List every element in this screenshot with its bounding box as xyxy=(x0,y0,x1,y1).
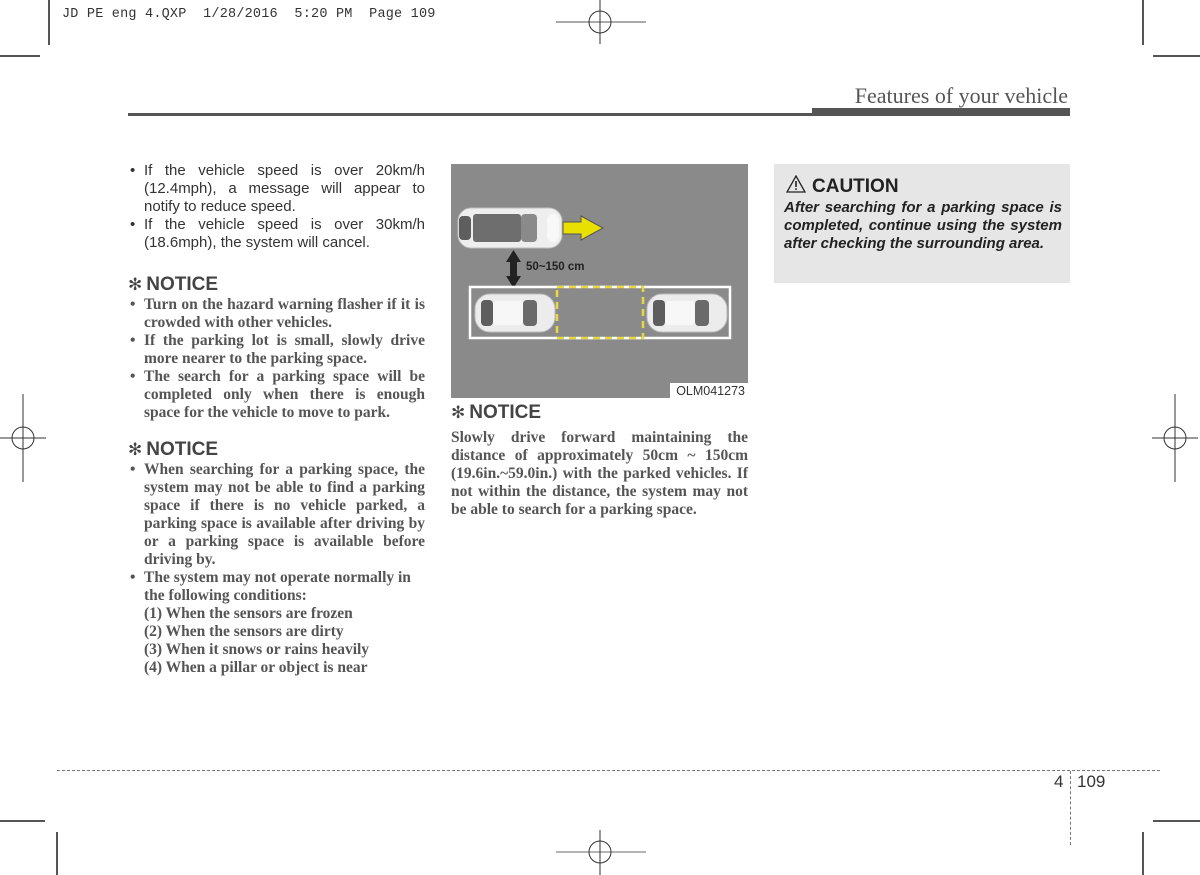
parking-diagram: 50~150 cm xyxy=(457,207,732,340)
notice-star-icon: ✻ xyxy=(128,440,143,459)
caution-title: CAUTION xyxy=(812,176,899,197)
footer-dashed-divider xyxy=(1070,771,1071,845)
speed-bullet: If the vehicle speed is over 30km/h (18.… xyxy=(128,216,425,252)
crop-mark xyxy=(56,832,58,875)
section-header-title: Features of your vehicle xyxy=(854,83,1068,108)
notice-item: When searching for a parking space, the … xyxy=(128,461,425,569)
notice-heading: ✻ NOTICE xyxy=(128,439,425,461)
crop-mark xyxy=(1153,55,1200,57)
moving-car-icon xyxy=(457,207,563,249)
parked-car-icon xyxy=(646,293,728,333)
direction-arrow-icon xyxy=(562,215,605,241)
notice-item: Turn on the hazard warning flasher if it… xyxy=(128,296,425,332)
header-rule xyxy=(128,113,812,116)
page-number: 109 xyxy=(1077,772,1106,791)
notice-star-icon: ✻ xyxy=(128,275,143,294)
notice-list: When searching for a parking space, the … xyxy=(128,461,425,677)
middle-notice: ✻ NOTICE Slowly drive forward maintaining… xyxy=(451,402,748,519)
figure-code: OLM041273 xyxy=(670,383,748,398)
notice-item: The search for a parking space will be c… xyxy=(128,368,425,422)
caution-heading: CAUTION xyxy=(785,174,899,198)
distance-arrow-icon xyxy=(506,250,521,288)
warning-triangle-icon xyxy=(785,174,807,193)
registration-mark-icon xyxy=(1152,394,1198,482)
crop-mark xyxy=(0,820,45,822)
notice-text: Slowly drive forward maintaining the dis… xyxy=(451,429,748,518)
notice-heading: ✻ NOTICE xyxy=(451,402,748,424)
registration-mark-icon xyxy=(556,0,646,44)
distance-label: 50~150 cm xyxy=(526,261,585,273)
header-rule-thick xyxy=(812,108,1070,116)
condition-item: (4) When a pillar or object is near xyxy=(144,659,368,676)
parked-car-icon xyxy=(474,293,556,333)
section-number: 4 xyxy=(1054,772,1064,791)
caution-box: CAUTION After searching for a parking sp… xyxy=(774,164,1070,283)
crop-mark xyxy=(1142,832,1144,875)
notice-item: The system may not operate normally in t… xyxy=(128,569,425,605)
registration-mark-icon xyxy=(0,394,46,482)
crop-mark xyxy=(0,55,40,57)
notice-item: If the parking lot is small, slowly driv… xyxy=(128,332,425,368)
notice-title: NOTICE xyxy=(146,274,219,295)
speed-bullet: If the vehicle speed is over 20km/h (12.… xyxy=(128,162,425,216)
condition-item: (3) When it snows or rains heavily xyxy=(144,641,370,658)
crop-mark xyxy=(1153,820,1200,822)
notice-title: NOTICE xyxy=(146,439,219,460)
notice-title: NOTICE xyxy=(469,402,542,423)
empty-parking-space xyxy=(555,285,645,340)
condition-item: (2) When the sensors are dirty xyxy=(144,623,344,640)
caution-text: After searching for a parking space is c… xyxy=(784,199,1062,252)
condition-item: (1) When the sensors are frozen xyxy=(144,605,353,622)
print-slug: JD PE eng 4.QXP 1/28/2016 5:20 PM Page 1… xyxy=(62,7,436,22)
crop-mark xyxy=(48,0,50,45)
parking-diagram-figure: 50~150 cm OLM041273 xyxy=(451,164,748,398)
notice-list: Turn on the hazard warning flasher if it… xyxy=(128,296,425,422)
notice-heading: ✻ NOTICE xyxy=(128,274,425,296)
notice-star-icon: ✻ xyxy=(451,403,466,422)
registration-mark-icon xyxy=(556,830,646,875)
left-column: If the vehicle speed is over 20km/h (12.… xyxy=(128,162,425,677)
crop-mark xyxy=(1142,0,1144,45)
footer-dashed-rule xyxy=(57,770,1160,771)
